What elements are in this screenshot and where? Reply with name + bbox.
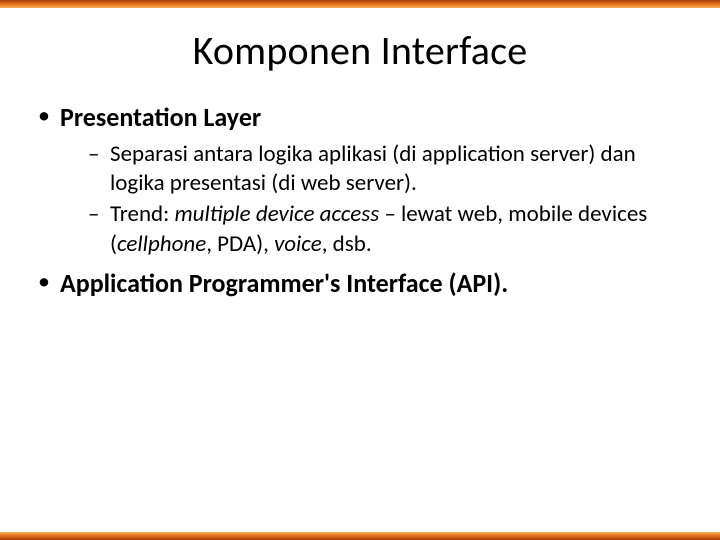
bullet-list-level1: Presentation Layer Separasi antara logik… <box>34 101 686 300</box>
text-em-voice: voice <box>274 230 322 258</box>
text-em-cellphone: cellphone <box>117 230 206 258</box>
bottom-accent-bar <box>0 532 720 540</box>
top-accent-bar <box>0 0 720 8</box>
text-trend-mid2: , PDA), <box>206 230 274 258</box>
bullet-api: Application Programmer's Interface (API)… <box>34 267 686 300</box>
subbullet-separasi: Separasi antara logika aplikasi (di appl… <box>88 140 686 199</box>
subbullet-trend: Trend: multiple device access – lewat we… <box>88 200 686 259</box>
slide-title: Komponen Interface <box>34 26 686 75</box>
bullet-label: Application Programmer's Interface (API)… <box>60 267 508 299</box>
bullet-label: Presentation Layer <box>60 101 261 133</box>
text-em-multiple-device: multiple device access <box>174 200 379 228</box>
bullet-list-level2: Separasi antara logika aplikasi (di appl… <box>60 140 686 260</box>
text-trend-suffix: , dsb. <box>322 230 372 258</box>
text-trend-prefix: Trend: <box>110 200 174 228</box>
slide-body: Komponen Interface Presentation Layer Se… <box>0 8 720 532</box>
bullet-presentation-layer: Presentation Layer Separasi antara logik… <box>34 101 686 259</box>
